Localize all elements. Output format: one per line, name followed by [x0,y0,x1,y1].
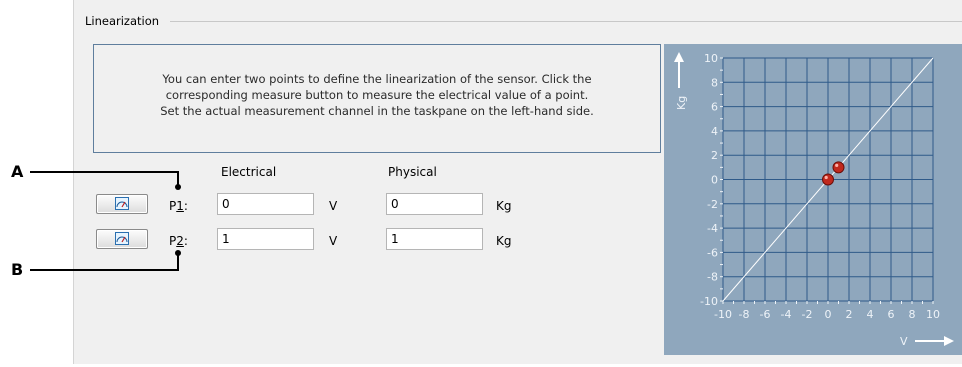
p2-electrical-unit: V [329,234,338,248]
callout-b-dot [175,250,181,256]
y-tick-label: -2 [707,198,718,211]
callout-a-line [30,171,179,186]
p2-electrical-field[interactable]: 1 [217,228,314,250]
point-marker [832,161,845,174]
y-axis-arrowhead-icon [674,52,684,62]
point-marker-highlight [824,175,828,180]
x-tick-label: -6 [760,308,771,321]
y-tick-label: -10 [700,295,718,308]
x-tick-label: 0 [825,308,832,321]
p1-electrical-field[interactable]: 0 [217,193,314,215]
p1-electrical-unit: V [329,199,338,213]
group-title: Linearization [85,14,164,28]
callout-b-label: B [11,260,24,279]
point-marker-highlight [835,163,839,167]
x-tick-label: -4 [781,308,792,321]
plot-svg: 10 8 6 4 2 0 -2 -4 -6 -8 -10-10 -8 -6 -4 -2 0 2 4 6 8 10 Kg V [674,52,954,348]
y-tick-label: 2 [711,149,718,162]
x-tick-label: 10 [926,308,940,321]
callout-a-label: A [11,162,24,181]
x-tick-label: -10 [714,308,732,321]
y-tick-label: 4 [711,125,718,138]
p1-physical-unit: Kg [496,199,512,213]
y-axis-label: Kg [675,96,688,110]
electrical-column-header: Electrical [221,165,277,179]
x-axis-label: V [900,335,908,348]
x-tick-label: 4 [867,308,874,321]
x-tick-label: -2 [802,308,813,321]
callout-b-line [30,254,179,271]
y-tick-label: 0 [711,174,718,187]
group-separator [170,21,962,22]
x-tick-label: -8 [739,308,750,321]
y-tick-label: -6 [707,246,718,259]
x-tick-label: 8 [909,308,916,321]
p2-physical-unit: Kg [496,234,512,248]
x-tick-label: 6 [888,308,895,321]
linearization-plot: 10 8 6 4 2 0 -2 -4 -6 -8 -10 -10 -8 -6 -4 -2 0 2 4 6 8 10 Kg V [664,44,962,355]
y-tick-label: 10 [704,52,718,65]
x-tick-label: 2 [846,308,853,321]
callout-a-dot [175,184,181,190]
callout-lines [30,171,181,271]
p1-physical-field[interactable]: 0 [386,193,483,215]
y-tick-label: -8 [707,271,718,284]
y-tick-label: 6 [711,101,718,114]
x-axis-arrowhead-icon [944,336,954,346]
point-marker [822,173,834,186]
p2-physical-field[interactable]: 1 [386,228,483,250]
y-tick-label: -4 [707,222,718,235]
physical-column-header: Physical [388,165,437,179]
y-tick-label: 8 [711,76,718,89]
